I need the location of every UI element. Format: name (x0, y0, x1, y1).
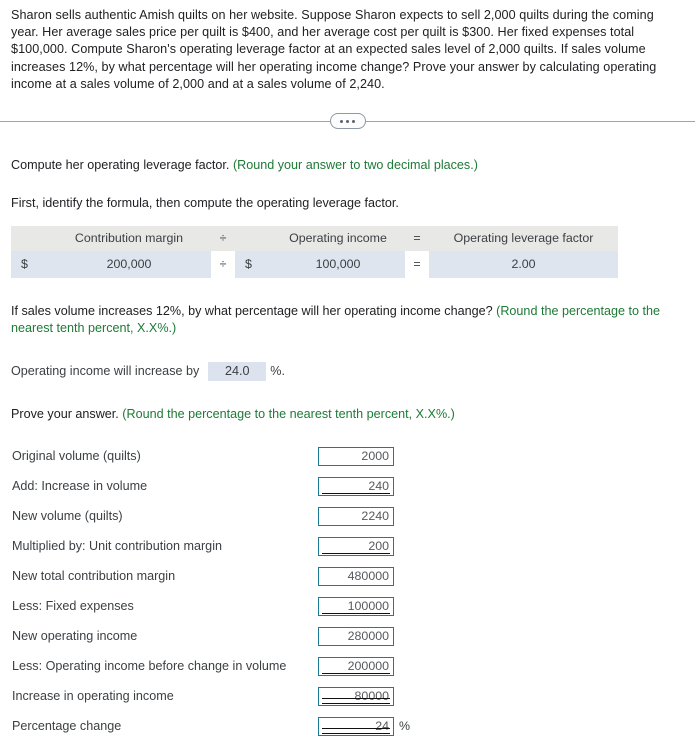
proof-row-value: 80000 (354, 688, 389, 703)
proof-row: Less: Operating income before change in … (11, 651, 683, 681)
proof-row-label: Less: Operating income before change in … (12, 659, 287, 674)
proof-row-value: 240 (368, 478, 389, 493)
proof-row-input[interactable]: 80000 (318, 686, 394, 706)
part2-answer-row: Operating income will increase by 24.0 %… (11, 361, 683, 381)
proof-row-value: 280000 (347, 628, 389, 643)
dot-2 (346, 119, 349, 123)
table-header-row: Contribution margin ÷ Operating income =… (11, 225, 618, 251)
value-contribution-margin[interactable]: 200,000 (47, 250, 211, 278)
proof-row-label: Increase in operating income (12, 689, 174, 704)
part1-prompt: Compute her operating leverage factor. (… (11, 157, 683, 174)
proof-row: New operating income 280000 (11, 621, 683, 651)
proof-row: Increase in operating income 80000 (11, 681, 683, 711)
proof-row-suffix: % (399, 719, 411, 734)
dot-1 (340, 119, 343, 123)
proof-row-value: 200000 (347, 658, 389, 673)
header-blank-cell (11, 225, 47, 251)
proof-row-input[interactable]: 280000 (318, 626, 394, 646)
part1-prompt-text: Compute her operating leverage factor. (11, 158, 230, 173)
value-operating-income[interactable]: 100,000 (271, 250, 405, 278)
proof-row-label: Original volume (quilts) (12, 449, 141, 464)
part1-subprompt: First, identify the formula, then comput… (11, 195, 683, 212)
proof-row-value: 100000 (347, 598, 389, 613)
proof-row-label: New volume (quilts) (12, 509, 123, 524)
part1-hint: (Round your answer to two decimal places… (232, 158, 478, 173)
value-currency-2: $ (235, 250, 271, 278)
proof-row-input[interactable]: 240 (318, 476, 394, 496)
value-equals-operator: = (405, 250, 429, 278)
proof-row: New volume (quilts) 2240 (11, 501, 683, 531)
proof-row-input[interactable]: 200000 (318, 656, 394, 676)
part2-answer-prefix: Operating income will increase by (11, 364, 200, 379)
operating-leverage-formula-table: Contribution margin ÷ Operating income =… (11, 225, 618, 278)
section-divider (0, 110, 695, 132)
part3-prompt-text: Prove your answer. (11, 406, 119, 421)
dot-3 (352, 119, 355, 123)
proof-row-input[interactable]: 480000 (318, 566, 394, 586)
more-options-icon[interactable] (329, 113, 366, 130)
proof-row: Add: Increase in volume 240 (11, 471, 683, 501)
proof-row: Percentage change 24% (11, 711, 683, 741)
proof-row: Multiplied by: Unit contribution margin 2… (11, 531, 683, 561)
proof-row-value: 200 (368, 538, 389, 553)
table-value-row: $ 200,000 ÷ $ 100,000 = 2.00 (11, 250, 618, 278)
proof-rows-container: Original volume (quilts) 2000 Add: Increas… (11, 441, 683, 741)
header-contribution-margin: Contribution margin (47, 225, 211, 251)
part2-prompt: If sales volume increases 12%, by what p… (11, 303, 683, 338)
problem-text: Sharon sells authentic Amish quilts on h… (11, 8, 657, 91)
proof-row-value: 2000 (361, 448, 389, 463)
part2-prompt-text: If sales volume increases 12%, by what p… (11, 303, 493, 318)
header-equals-operator: = (405, 225, 429, 251)
part1-subprompt-text: First, identify the formula, then comput… (11, 196, 399, 211)
proof-row-label: Less: Fixed expenses (12, 599, 134, 614)
proof-row-input[interactable]: 2240 (318, 506, 394, 526)
value-divide-operator: ÷ (211, 250, 235, 278)
proof-row-value: 2240 (361, 508, 389, 523)
proof-row: New total contribution margin 480000 (11, 561, 683, 591)
proof-row-input[interactable]: 24 (318, 716, 394, 736)
proof-row-label: Multiplied by: Unit contribution margin (12, 539, 222, 554)
proof-row-label: New operating income (12, 629, 138, 644)
header-divide-operator: ÷ (211, 225, 235, 251)
proof-row: Original volume (quilts) 2000 (11, 441, 683, 471)
header-blank-cell-2 (235, 225, 271, 251)
part3-prompt: Prove your answer. (Round the percentage… (11, 406, 683, 423)
proof-row: Less: Fixed expenses 100000 (11, 591, 683, 621)
proof-row-label: Add: Increase in volume (12, 479, 148, 494)
proof-row-value: 24 (375, 718, 389, 733)
part2-answer-suffix: %. (270, 364, 285, 379)
part2-answer-field[interactable]: 24.0 (208, 361, 267, 381)
value-currency-1: $ (11, 250, 47, 278)
header-operating-leverage-factor: Operating leverage factor (429, 225, 618, 251)
proof-row-input[interactable]: 100000 (318, 596, 394, 616)
part3-hint: (Round the percentage to the nearest ten… (122, 406, 455, 421)
proof-row-input[interactable]: 200 (318, 536, 394, 556)
proof-row-input[interactable]: 2000 (318, 446, 394, 466)
proof-row-label: Percentage change (12, 719, 122, 734)
question-content: Compute her operating leverage factor. (… (0, 157, 695, 741)
proof-row-value: 480000 (347, 568, 389, 583)
proof-row-label: New total contribution margin (12, 569, 176, 584)
value-operating-leverage-factor[interactable]: 2.00 (429, 250, 618, 278)
problem-statement: Sharon sells authentic Amish quilts on h… (0, 0, 695, 93)
header-operating-income: Operating income (271, 225, 405, 251)
